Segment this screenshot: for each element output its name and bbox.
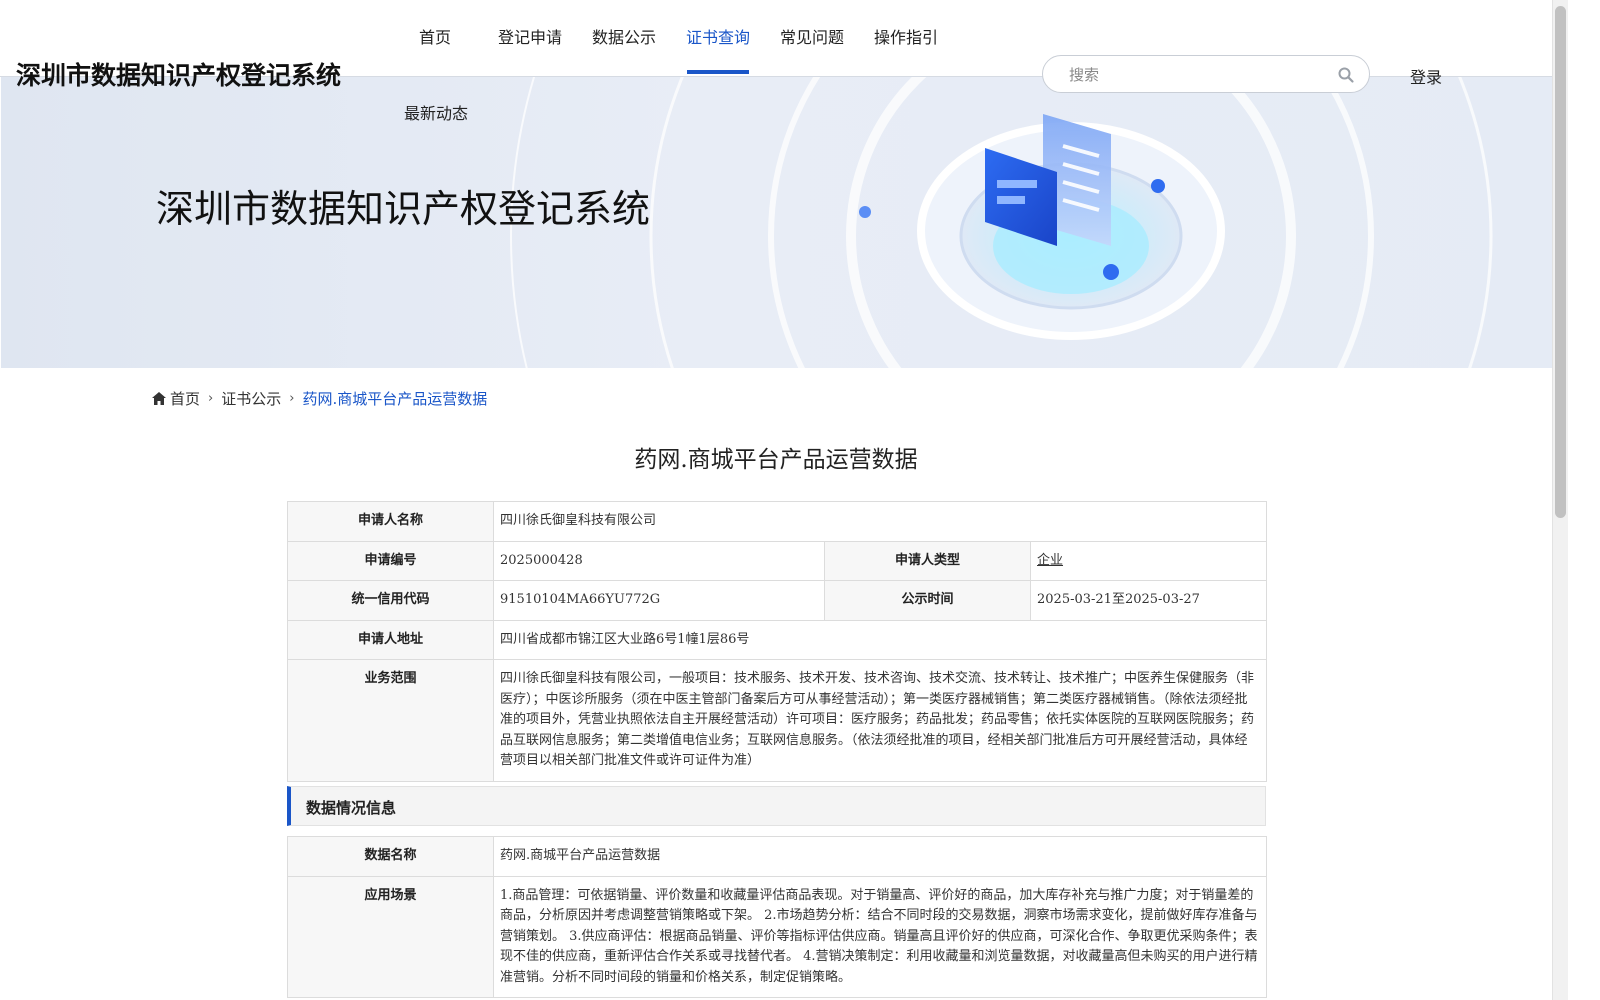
data-name-label: 数据名称 [287,836,494,877]
breadcrumb-certificate-public[interactable]: 证书公示 [221,388,281,409]
nav-guide[interactable]: 操作指引 [874,24,938,48]
nav-faq[interactable]: 常见问题 [780,24,844,48]
page-scrollbar[interactable] [1552,0,1568,1000]
table-row: 数据名称 药网.商城平台产品运营数据 [287,836,1267,877]
table-row: 申请人地址 四川省成都市锦江区大业路6号1幢1层86号 [287,619,1268,660]
credit-code-value: 91510104MA66YU772G [493,580,825,621]
credit-code-label: 统一信用代码 [287,580,494,621]
table-row: 申请人名称 四川徐氏御皇科技有限公司 [287,501,1268,542]
site-title[interactable]: 深圳市数据知识产权登记系统 [16,56,341,92]
nav-active-indicator [687,70,749,74]
applicant-info-table: 申请人名称 四川徐氏御皇科技有限公司 申请编号 2025000428 申请人类型… [287,501,1268,782]
chevron-right-icon: › [289,391,295,406]
search-icon[interactable] [1337,66,1355,84]
table-row: 应用场景 1.商品管理：可依据销量、评价数量和收藏量评估商品表现。对于销量高、评… [287,875,1267,998]
application-number-value: 2025000428 [493,540,825,581]
nav-data-public[interactable]: 数据公示 [592,24,656,48]
application-number-label: 申请编号 [287,540,494,581]
applicant-address-value: 四川省成都市锦江区大业路6号1幢1层86号 [492,619,1268,660]
breadcrumb-current[interactable]: 药网.商城平台产品运营数据 [302,388,487,409]
business-scope-label: 业务范围 [287,659,494,782]
application-scenario-value: 1.商品管理：可依据销量、评价数量和收藏量评估商品表现。对于销量高、评价好的商品… [493,875,1267,998]
data-info-table: 数据名称 药网.商城平台产品运营数据 应用场景 1.商品管理：可依据销量、评价数… [287,836,1267,998]
section-title: 数据情况信息 [306,799,397,817]
applicant-type-cell: 企业 [1029,540,1268,581]
scrollbar-thumb[interactable] [1555,6,1566,518]
hero-banner: 深圳市数据知识产权登记系统 [1,76,1552,368]
applicant-name-value: 四川徐氏御皇科技有限公司 [492,501,1268,542]
data-name-value: 药网.商城平台产品运营数据 [493,836,1267,877]
applicant-type-label: 申请人类型 [824,540,1031,581]
breadcrumb: 首页 › 证书公示 › 药网.商城平台产品运营数据 [152,388,487,409]
table-row: 申请编号 2025000428 申请人类型 企业 [287,540,1268,581]
search-input[interactable] [1067,64,1331,86]
data-info-section-header: 数据情况信息 [287,786,1266,826]
search-box [1042,55,1370,93]
nav-home[interactable]: 首页 [419,24,451,48]
applicant-name-label: 申请人名称 [287,501,494,542]
applicant-address-label: 申请人地址 [287,619,494,660]
table-row: 业务范围 四川徐氏御皇科技有限公司，一般项目：技术服务、技术开发、技术咨询、技术… [287,659,1268,782]
publicity-period-label: 公示时间 [824,580,1031,621]
nav-certificate-query[interactable]: 证书查询 [686,24,750,48]
business-scope-value: 四川徐氏御皇科技有限公司，一般项目：技术服务、技术开发、技术咨询、技术交流、技术… [492,659,1268,782]
page-title: 药网.商城平台产品运营数据 [634,447,918,473]
publicity-period-value: 2025-03-21至2025-03-27 [1029,580,1268,621]
login-link[interactable]: 登录 [1410,64,1442,88]
breadcrumb-home[interactable]: 首页 [170,388,200,409]
applicant-type-value: 企业 [1037,552,1064,568]
table-row: 统一信用代码 91510104MA66YU772G 公示时间 2025-03-2… [287,580,1268,621]
banner-title: 深圳市数据知识产权登记系统 [156,187,651,231]
nav-latest-news[interactable]: 最新动态 [404,100,468,124]
chevron-right-icon: › [208,391,214,406]
application-scenario-label: 应用场景 [287,875,494,998]
nav-register-apply[interactable]: 登记申请 [498,24,562,48]
home-icon [152,392,166,405]
